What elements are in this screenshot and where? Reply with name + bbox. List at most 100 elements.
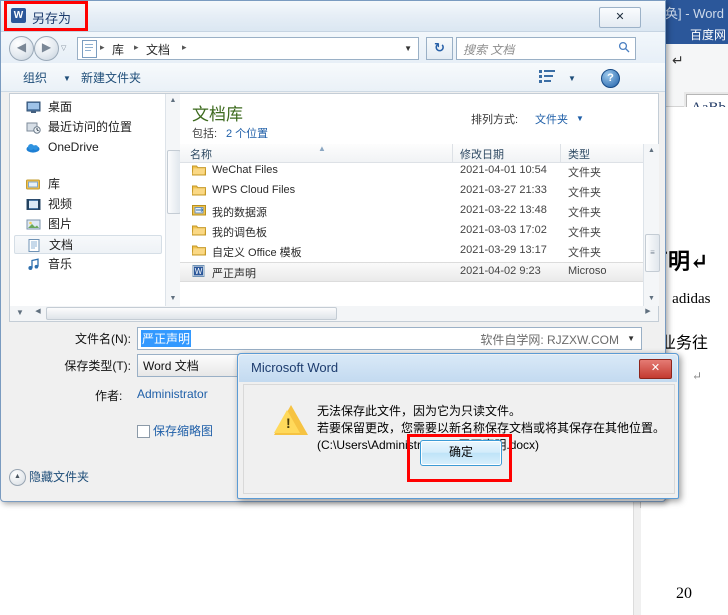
- back-button[interactable]: ◀: [9, 36, 34, 61]
- file-type: 文件夹: [568, 167, 601, 179]
- author-value[interactable]: Administrator: [137, 387, 208, 401]
- pilcrow-icon[interactable]: ↵: [672, 52, 684, 69]
- breadcrumb-separator-2: ▸: [182, 42, 187, 52]
- breadcrumb-library[interactable]: 库: [112, 41, 124, 58]
- scrollbar-thumb[interactable]: ≡: [645, 234, 660, 272]
- column-header-type[interactable]: 类型: [568, 146, 590, 162]
- view-caret-icon[interactable]: ▼: [568, 74, 576, 83]
- horizontal-scrollbar-thumb[interactable]: [46, 307, 337, 320]
- folder-icon: [192, 164, 206, 177]
- arrange-caret-icon[interactable]: ▼: [576, 114, 584, 123]
- sidebar-item-onedrive[interactable]: OneDrive: [24, 138, 99, 157]
- new-folder-button[interactable]: 新建文件夹: [81, 69, 141, 86]
- file-date: 2021-03-03 17:02: [460, 224, 547, 236]
- refresh-button[interactable]: ↻: [426, 37, 453, 60]
- filetype-label: 保存类型(T):: [64, 359, 131, 373]
- ribbon-tab-baidu[interactable]: 百度网: [690, 26, 726, 43]
- sidebar-item-recent-places[interactable]: 最近访问的位置: [24, 118, 132, 137]
- sidebar-label: 视频: [48, 197, 73, 211]
- organize-caret-icon[interactable]: ▼: [63, 74, 71, 83]
- file-type: 文件夹: [568, 187, 601, 199]
- column-header-name[interactable]: 名称: [190, 146, 212, 162]
- table-row[interactable]: WeChat Files 2021-04-01 10:54 文件夹: [180, 162, 643, 180]
- folder-page-icon: [82, 40, 97, 58]
- close-icon[interactable]: ✕: [639, 359, 672, 379]
- organize-button[interactable]: 组织: [23, 69, 47, 86]
- pictures-icon: [26, 218, 41, 231]
- table-row[interactable]: 我的调色板 2021-03-03 17:02 文件夹: [180, 222, 643, 240]
- recent-locations-dropdown-icon[interactable]: ▽: [61, 44, 66, 52]
- navigation-pane: 桌面 最近访问的位置 OneDrive 库 视频 图片 文档 音乐: [10, 94, 165, 306]
- message-line-1: 无法保存此文件，因为它为只读文件。: [317, 404, 522, 418]
- scrollbar-thumb[interactable]: [167, 150, 181, 214]
- folder-icon: [192, 244, 206, 257]
- column-divider-2[interactable]: [560, 144, 561, 162]
- library-title: 文档库: [192, 105, 243, 124]
- file-list-scrollbar[interactable]: ▲ ≡ ▼: [643, 144, 660, 306]
- document-pilcrow-mark: ↵: [692, 369, 703, 383]
- word-doc-icon: W: [192, 265, 206, 278]
- message-dialog-titlebar: Microsoft Word ✕: [239, 355, 677, 382]
- table-row[interactable]: WPS Cloud Files 2021-03-27 21:33 文件夹: [180, 182, 643, 200]
- arrange-by-value[interactable]: 文件夹: [535, 111, 568, 127]
- scroll-down-icon[interactable]: ▼: [645, 293, 658, 305]
- hide-folders-label[interactable]: 隐藏文件夹: [29, 468, 89, 485]
- file-name: WeChat Files: [212, 164, 278, 176]
- scroll-up-icon[interactable]: ▲: [167, 95, 179, 107]
- view-options-icon[interactable]: [539, 70, 555, 84]
- file-name: 我的数据源: [212, 207, 267, 219]
- address-dropdown-icon[interactable]: ▼: [404, 44, 412, 53]
- breadcrumb-documents[interactable]: 文档: [146, 41, 170, 58]
- scroll-right-icon[interactable]: ▶: [642, 307, 654, 318]
- search-icon: [618, 41, 630, 56]
- sidebar-item-documents[interactable]: 文档: [14, 235, 162, 254]
- sidebar-item-videos[interactable]: 视频: [24, 195, 72, 214]
- column-divider-1[interactable]: [452, 144, 453, 162]
- address-bar[interactable]: ▸ 库 ▸ 文档 ▸ ▼: [77, 37, 419, 60]
- sidebar-label: 音乐: [48, 257, 73, 271]
- includes-label: 包括:: [192, 128, 218, 140]
- annotation-box-ok-button: [407, 434, 512, 482]
- forward-button[interactable]: ▶: [34, 36, 59, 61]
- save-thumbnail-checkbox[interactable]: [137, 425, 150, 438]
- table-row[interactable]: 我的数据源 2021-03-22 13:48 文件夹: [180, 202, 643, 220]
- help-icon[interactable]: ?: [601, 69, 620, 88]
- sidebar-item-library[interactable]: 库: [24, 175, 60, 194]
- navigation-pane-scrollbar[interactable]: ▲ ▼: [165, 94, 181, 306]
- search-input[interactable]: 搜索 文档: [463, 41, 514, 58]
- column-header-date[interactable]: 修改日期: [460, 146, 504, 162]
- save-thumbnail-label[interactable]: 保存缩略图: [153, 422, 213, 439]
- horizontal-scrollbar[interactable]: ▼ ◀ ▶: [9, 306, 659, 322]
- navpane-scroll-down-icon[interactable]: ▼: [16, 308, 24, 317]
- table-row[interactable]: 自定义 Office 模板 2021-03-29 13:17 文件夹: [180, 242, 643, 260]
- close-icon[interactable]: ✕: [599, 7, 641, 28]
- column-header-row: 名称 ▲ 修改日期 类型: [180, 144, 643, 163]
- scroll-left-icon[interactable]: ◀: [32, 307, 44, 318]
- file-name: 严正声明: [212, 268, 256, 280]
- table-row-selected[interactable]: W 严正声明 2021-04-02 9:23 Microso: [180, 262, 643, 282]
- author-label: 作者:: [95, 389, 123, 403]
- warning-exclamation: !: [286, 415, 291, 431]
- folder-icon: [192, 184, 206, 197]
- hide-folders-toggle-icon[interactable]: ▲: [9, 469, 26, 486]
- filename-dropdown-icon[interactable]: ▼: [627, 334, 635, 343]
- file-name: 自定义 Office 模板: [212, 247, 302, 259]
- scroll-up-icon[interactable]: ▲: [645, 145, 658, 157]
- filename-input[interactable]: 严正声明 软件自学网: RJZXW.COM ▼: [137, 327, 642, 350]
- music-icon: [26, 258, 41, 271]
- includes-locations-link[interactable]: 2 个位置: [226, 125, 268, 141]
- message-dialog-title: Microsoft Word: [251, 360, 339, 375]
- sidebar-label: 图片: [48, 217, 73, 231]
- word-title-text: 奂] - Word: [665, 6, 724, 21]
- file-name: 我的调色板: [212, 227, 267, 239]
- sidebar-item-desktop[interactable]: 桌面: [24, 98, 72, 117]
- scroll-down-icon[interactable]: ▼: [167, 293, 179, 305]
- sidebar-item-music[interactable]: 音乐: [24, 255, 72, 274]
- filename-label: 文件名(N):: [75, 332, 131, 346]
- video-icon: [26, 198, 41, 211]
- sidebar-label: 库: [48, 177, 61, 191]
- filename-value[interactable]: 严正声明: [141, 330, 192, 347]
- sidebar-item-pictures[interactable]: 图片: [24, 215, 72, 234]
- file-date: 2021-04-02 9:23: [460, 265, 541, 277]
- search-box[interactable]: 搜索 文档: [456, 37, 636, 60]
